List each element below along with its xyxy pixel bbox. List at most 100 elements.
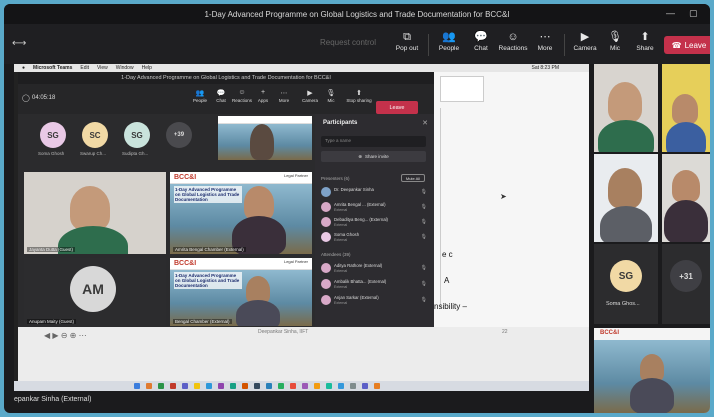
mic-icon: 🎙 bbox=[608, 31, 622, 43]
camera-icon: ▶ bbox=[307, 90, 313, 97]
mac-menu-bar: ● Microsoft Teams Edit View Window Help … bbox=[14, 64, 589, 72]
invite-icon: ⊕ bbox=[358, 153, 362, 159]
share-button[interactable]: ⬆ Share bbox=[628, 30, 662, 60]
dock-app-icon bbox=[218, 383, 224, 389]
avatar-name: Sudipta Gh... bbox=[122, 151, 149, 156]
participant-avatar bbox=[321, 232, 331, 242]
inner-camera-button: ▶ Camera bbox=[300, 89, 320, 103]
minimize-button[interactable]: — bbox=[666, 8, 675, 18]
people-label: People bbox=[438, 45, 460, 52]
people-button[interactable]: 👥 People bbox=[432, 30, 466, 60]
video-tile: AM Anupam Maity (Guest) bbox=[24, 258, 166, 326]
mic-button[interactable]: 🎙 Mic bbox=[598, 30, 632, 60]
inner-leave-button: Leave bbox=[376, 101, 418, 114]
video-tile: SG Soma Ghos... bbox=[594, 244, 658, 324]
avatar: SC bbox=[82, 122, 108, 148]
teams-meeting-screen: 1-Day Advanced Programme on Global Logis… bbox=[0, 0, 714, 417]
more-icon: ⋯ bbox=[280, 90, 288, 97]
title-bar: 1-Day Advanced Programme on Global Logis… bbox=[4, 4, 710, 24]
shared-document: e c A nsibility – ➤ bbox=[434, 72, 589, 327]
slide-title: 1-Day Advanced Programme on Global Logis… bbox=[174, 186, 243, 203]
toolbar-divider bbox=[564, 34, 565, 56]
shared-screen: ● Microsoft Teams Edit View Window Help … bbox=[14, 64, 589, 391]
mic-icon: 🎙 bbox=[420, 297, 427, 303]
slide-video-tile: BCC&I Legal Partner 1-Day Advanced Progr… bbox=[170, 258, 312, 326]
avatar: SG bbox=[124, 122, 150, 148]
more-icon: ⋯ bbox=[539, 31, 551, 43]
avatar-name: Swarup Ch... bbox=[80, 151, 107, 156]
maximize-button[interactable]: ▢ bbox=[689, 8, 698, 19]
slide-partner: Legal Partner bbox=[283, 259, 308, 264]
document-footer: Deepankar Sinha, IIFT bbox=[258, 329, 309, 335]
meeting-toolbar: ⟷ Request control ⧉ Pop out 👥 People 💬 C… bbox=[4, 24, 710, 64]
dock-app-icon bbox=[374, 383, 380, 389]
chat-icon: 💬 bbox=[474, 31, 488, 43]
mic-icon: 🎙 bbox=[420, 265, 427, 271]
participant-shirt bbox=[598, 120, 654, 152]
document-text: nsibility – bbox=[434, 302, 467, 311]
more-label: More bbox=[537, 45, 553, 52]
leave-label: Leave bbox=[684, 40, 707, 50]
avatar: SG bbox=[40, 122, 66, 148]
dock-app-icon bbox=[254, 383, 260, 389]
slide-header bbox=[218, 116, 312, 124]
participants-panel: Participants ✕ Type a name ⊕ Share invit… bbox=[315, 114, 434, 327]
camera-button[interactable]: ▶ Camera bbox=[568, 30, 602, 60]
participant-type: External bbox=[334, 208, 348, 212]
overflow-count: +39 bbox=[166, 122, 192, 148]
dock-app-icon bbox=[242, 383, 248, 389]
presenter-body bbox=[630, 378, 674, 413]
navigation-arrows-icon: ◀ ▶ ⊖ ⊕ ⋯ bbox=[44, 331, 87, 340]
participant-row: Ambalik Bhatta... (External) External 🎙 bbox=[321, 278, 429, 292]
dock-app-icon bbox=[338, 383, 344, 389]
participant-face bbox=[608, 82, 642, 122]
dock-app-icon bbox=[206, 383, 212, 389]
dock-app-icon bbox=[182, 383, 188, 389]
camera-icon: ▶ bbox=[580, 31, 590, 43]
phone-icon: ☎ bbox=[671, 40, 682, 50]
apple-icon: ● bbox=[22, 65, 26, 71]
dock-app-icon bbox=[146, 383, 152, 389]
camera-label: Camera bbox=[573, 45, 597, 52]
move-handle-icon[interactable]: ⟷ bbox=[12, 38, 26, 49]
presenter-body bbox=[236, 300, 280, 326]
reactions-button[interactable]: ☺ Reactions bbox=[496, 30, 530, 60]
dock-app-icon bbox=[326, 383, 332, 389]
request-control-button[interactable]: Request control bbox=[320, 38, 376, 47]
mac-menu-item: Edit bbox=[80, 65, 90, 71]
more-button[interactable]: ⋯ More bbox=[528, 30, 562, 60]
dock-app-icon bbox=[350, 383, 356, 389]
people-icon: 👥 bbox=[442, 31, 456, 43]
tile-name: Anupam Maity (Guest) bbox=[27, 319, 77, 324]
reactions-icon: ☺ bbox=[238, 89, 246, 96]
participant-avatar bbox=[321, 217, 331, 227]
overflow-count[interactable]: +31 bbox=[670, 260, 702, 292]
presenter-video bbox=[250, 124, 274, 160]
dock-app-icon bbox=[134, 383, 140, 389]
participant-avatar bbox=[321, 279, 331, 289]
participant-row: Anjan Sarkar (External) External 🎙 bbox=[321, 294, 429, 308]
inner-chat-button: 💬 Chat bbox=[211, 89, 231, 103]
slide-header: BCC&I Legal Partner bbox=[170, 172, 312, 184]
panel-title: Participants bbox=[323, 120, 358, 126]
document-box bbox=[440, 76, 484, 102]
slide-thumbnail bbox=[218, 116, 312, 160]
slide-logo: BCC&I bbox=[600, 330, 619, 336]
video-tile bbox=[594, 154, 658, 242]
inner-teams-window: 1-Day Advanced Programme on Global Logis… bbox=[18, 72, 434, 327]
chat-button[interactable]: 💬 Chat bbox=[464, 30, 498, 60]
share-icon: ⬆ bbox=[640, 31, 650, 43]
close-icon: ✕ bbox=[422, 120, 428, 127]
mic-icon: 🎙 bbox=[420, 281, 427, 287]
window-title: 1-Day Advanced Programme on Global Logis… bbox=[204, 9, 510, 19]
pop-out-button[interactable]: ⧉ Pop out bbox=[390, 30, 424, 60]
leave-button[interactable]: ☎ Leave bbox=[664, 36, 710, 54]
mic-icon: 🎙 bbox=[420, 219, 427, 225]
dock-app-icon bbox=[158, 383, 164, 389]
mic-icon: 🎙 bbox=[326, 90, 336, 97]
dock-app-icon bbox=[278, 383, 284, 389]
toolbar-divider bbox=[428, 34, 429, 56]
mac-menu-item: Window bbox=[115, 65, 134, 71]
participant-type: External bbox=[334, 238, 348, 242]
participant-type: External bbox=[334, 285, 348, 289]
